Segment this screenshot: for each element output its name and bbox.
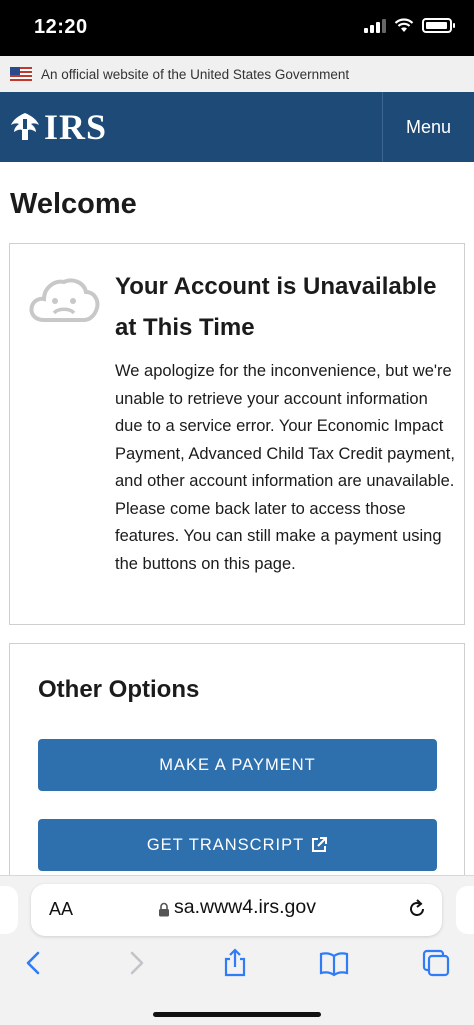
get-transcript-label: GET TRANSCRIPT	[146, 835, 305, 854]
get-transcript-button[interactable]: GET TRANSCRIPT	[38, 819, 437, 871]
site-header: IRS Menu	[0, 92, 474, 162]
account-unavailable-card: Your Account is Unavailable at This Time…	[9, 243, 465, 625]
us-flag-icon	[10, 67, 32, 81]
forward-icon[interactable]	[121, 948, 151, 978]
bookmarks-icon[interactable]	[319, 948, 349, 978]
page-title: Welcome	[10, 188, 137, 220]
sad-cloud-icon	[29, 278, 100, 322]
browser-nav-row	[0, 944, 474, 984]
cellular-signal-icon	[364, 18, 386, 33]
external-link-icon	[312, 837, 328, 852]
previous-tab-peek[interactable]	[0, 886, 18, 934]
tabs-icon[interactable]	[421, 948, 451, 978]
make-payment-button[interactable]: MAKE A PAYMENT	[38, 739, 437, 791]
gov-banner-text: An official website of the United States…	[41, 66, 350, 82]
reload-icon[interactable]	[406, 898, 428, 920]
share-icon[interactable]	[220, 948, 250, 978]
gov-banner: An official website of the United States…	[0, 56, 474, 92]
account-unavailable-title: Your Account is Unavailable at This Time	[115, 273, 437, 341]
make-payment-label: MAKE A PAYMENT	[159, 755, 316, 774]
irs-logo[interactable]: IRS	[8, 106, 107, 148]
battery-icon	[422, 18, 455, 33]
lock-icon	[159, 902, 169, 917]
browser-toolbar: AA sa.www4.irs.gov	[0, 875, 474, 1025]
other-options-title: Other Options	[38, 676, 200, 703]
text-size-button[interactable]: AA	[49, 899, 73, 920]
eagle-logo-icon	[11, 113, 39, 140]
menu-button[interactable]: Menu	[382, 92, 474, 162]
back-icon[interactable]	[19, 948, 49, 978]
status-bar: 12:20	[0, 0, 474, 56]
status-time: 12:20	[34, 16, 88, 38]
next-tab-peek[interactable]	[456, 886, 474, 934]
status-icons	[364, 18, 455, 33]
account-unavailable-message: We apologize for the inconvenience, but …	[115, 362, 455, 573]
wifi-icon	[394, 18, 414, 32]
address-bar[interactable]: AA sa.www4.irs.gov	[31, 884, 442, 936]
logo-text: IRS	[44, 107, 108, 147]
home-indicator[interactable]	[153, 1012, 321, 1017]
url-text: sa.www4.irs.gov	[174, 896, 316, 918]
